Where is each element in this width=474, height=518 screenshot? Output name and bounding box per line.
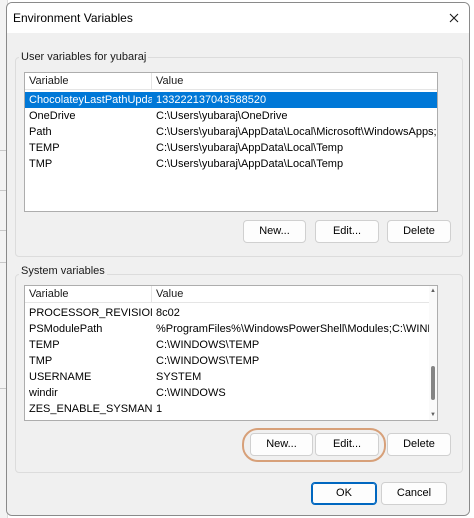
list-header: Variable Value	[25, 286, 437, 303]
system-edit-button[interactable]: Edit...	[315, 433, 379, 456]
variable-name-cell: TMP	[29, 158, 53, 170]
variable-name-cell: OneDrive	[29, 110, 76, 122]
variable-value-cell: 133222137043588520	[156, 94, 267, 106]
variable-value-cell: SYSTEM	[156, 371, 202, 383]
user-variables-list[interactable]: Variable Value ChocolateyLastPathUpdate 1…	[24, 72, 438, 212]
table-row[interactable]: PROCESSOR_REVISION 8c02	[25, 305, 429, 321]
variable-name-cell: TEMP	[29, 142, 60, 154]
system-list-scrollbar[interactable]: ▲ ▼	[429, 286, 437, 420]
table-row[interactable]: TMP C:\WINDOWS\TEMP	[25, 353, 429, 369]
variable-value-cell: C:\Users\yubaraj\AppData\Local\Temp	[156, 158, 344, 170]
table-row[interactable]: OneDrive C:\Users\yubaraj\OneDrive	[25, 108, 437, 124]
user-delete-button[interactable]: Delete	[387, 220, 451, 243]
list-header: Variable Value	[25, 73, 437, 90]
variable-name-cell: ChocolateyLastPathUpdate	[29, 94, 152, 106]
column-header-variable[interactable]: Variable	[25, 286, 152, 303]
column-header-value[interactable]: Value	[152, 286, 437, 303]
variable-value-cell: C:\WINDOWS\TEMP	[156, 339, 260, 351]
chevron-up-icon[interactable]: ▲	[429, 286, 437, 296]
table-row[interactable]: Path C:\Users\yubaraj\AppData\Local\Micro…	[25, 124, 437, 140]
variable-value-cell: 8c02	[156, 307, 180, 319]
variable-name-cell: PROCESSOR_REVISION	[29, 307, 152, 319]
variable-value-cell: 1	[156, 403, 163, 415]
title-bar: Environment Variables	[7, 3, 469, 33]
variable-name-cell: PSModulePath	[29, 323, 103, 335]
variable-name-cell: USERNAME	[29, 371, 92, 383]
user-new-button[interactable]: New...	[243, 220, 306, 243]
variable-value-cell: C:\WINDOWS\TEMP	[156, 355, 260, 367]
ok-button[interactable]: OK	[311, 482, 377, 505]
variable-value-cell: C:\WINDOWS	[156, 387, 226, 399]
variable-name-cell: ZES_ENABLE_SYSMAN	[29, 403, 152, 415]
system-variables-list[interactable]: Variable Value PROCESSOR_REVISION 8c02 PSM…	[24, 285, 438, 421]
table-row[interactable]: USERNAME SYSTEM	[25, 369, 429, 385]
user-edit-button[interactable]: Edit...	[315, 220, 379, 243]
variable-value-cell: C:\Users\yubaraj\OneDrive	[156, 110, 288, 122]
variable-name-cell: windir	[29, 387, 58, 399]
system-delete-button[interactable]: Delete	[387, 433, 451, 456]
variable-value-cell: C:\Users\yubaraj\AppData\Local\Temp	[156, 142, 344, 154]
close-button[interactable]	[443, 7, 465, 29]
table-row[interactable]: TEMP C:\WINDOWS\TEMP	[25, 337, 429, 353]
column-header-variable[interactable]: Variable	[25, 73, 152, 90]
system-variables-label: System variables	[19, 265, 107, 277]
cancel-button[interactable]: Cancel	[381, 482, 447, 505]
environment-variables-dialog: Environment Variables User variables for…	[6, 2, 470, 516]
table-row[interactable]: PSModulePath %ProgramFiles%\WindowsPowerS…	[25, 321, 429, 337]
chevron-down-icon[interactable]: ▼	[429, 410, 437, 420]
user-variables-label: User variables for yubaraj	[19, 51, 149, 63]
variable-name-cell: TMP	[29, 355, 53, 367]
system-new-button[interactable]: New...	[250, 433, 313, 456]
table-row[interactable]: TEMP C:\Users\yubaraj\AppData\Local\Temp	[25, 140, 437, 156]
table-row[interactable]: windir C:\WINDOWS	[25, 385, 429, 401]
table-row[interactable]: ChocolateyLastPathUpdate 1332221370435885…	[25, 92, 437, 108]
scrollbar-thumb[interactable]	[431, 365, 435, 400]
table-row[interactable]: TMP C:\Users\yubaraj\AppData\Local\Temp	[25, 156, 437, 172]
table-row[interactable]: ZES_ENABLE_SYSMAN 1	[25, 401, 429, 417]
variable-name-cell: Path	[29, 126, 52, 138]
close-icon	[449, 13, 459, 23]
dialog-title: Environment Variables	[13, 11, 133, 25]
variable-value-cell: C:\Users\yubaraj\AppData\Local\Microsoft…	[156, 126, 437, 138]
variable-value-cell: %ProgramFiles%\WindowsPowerShell\Modules…	[156, 323, 429, 335]
variable-name-cell: TEMP	[29, 339, 60, 351]
column-header-value[interactable]: Value	[152, 73, 437, 90]
